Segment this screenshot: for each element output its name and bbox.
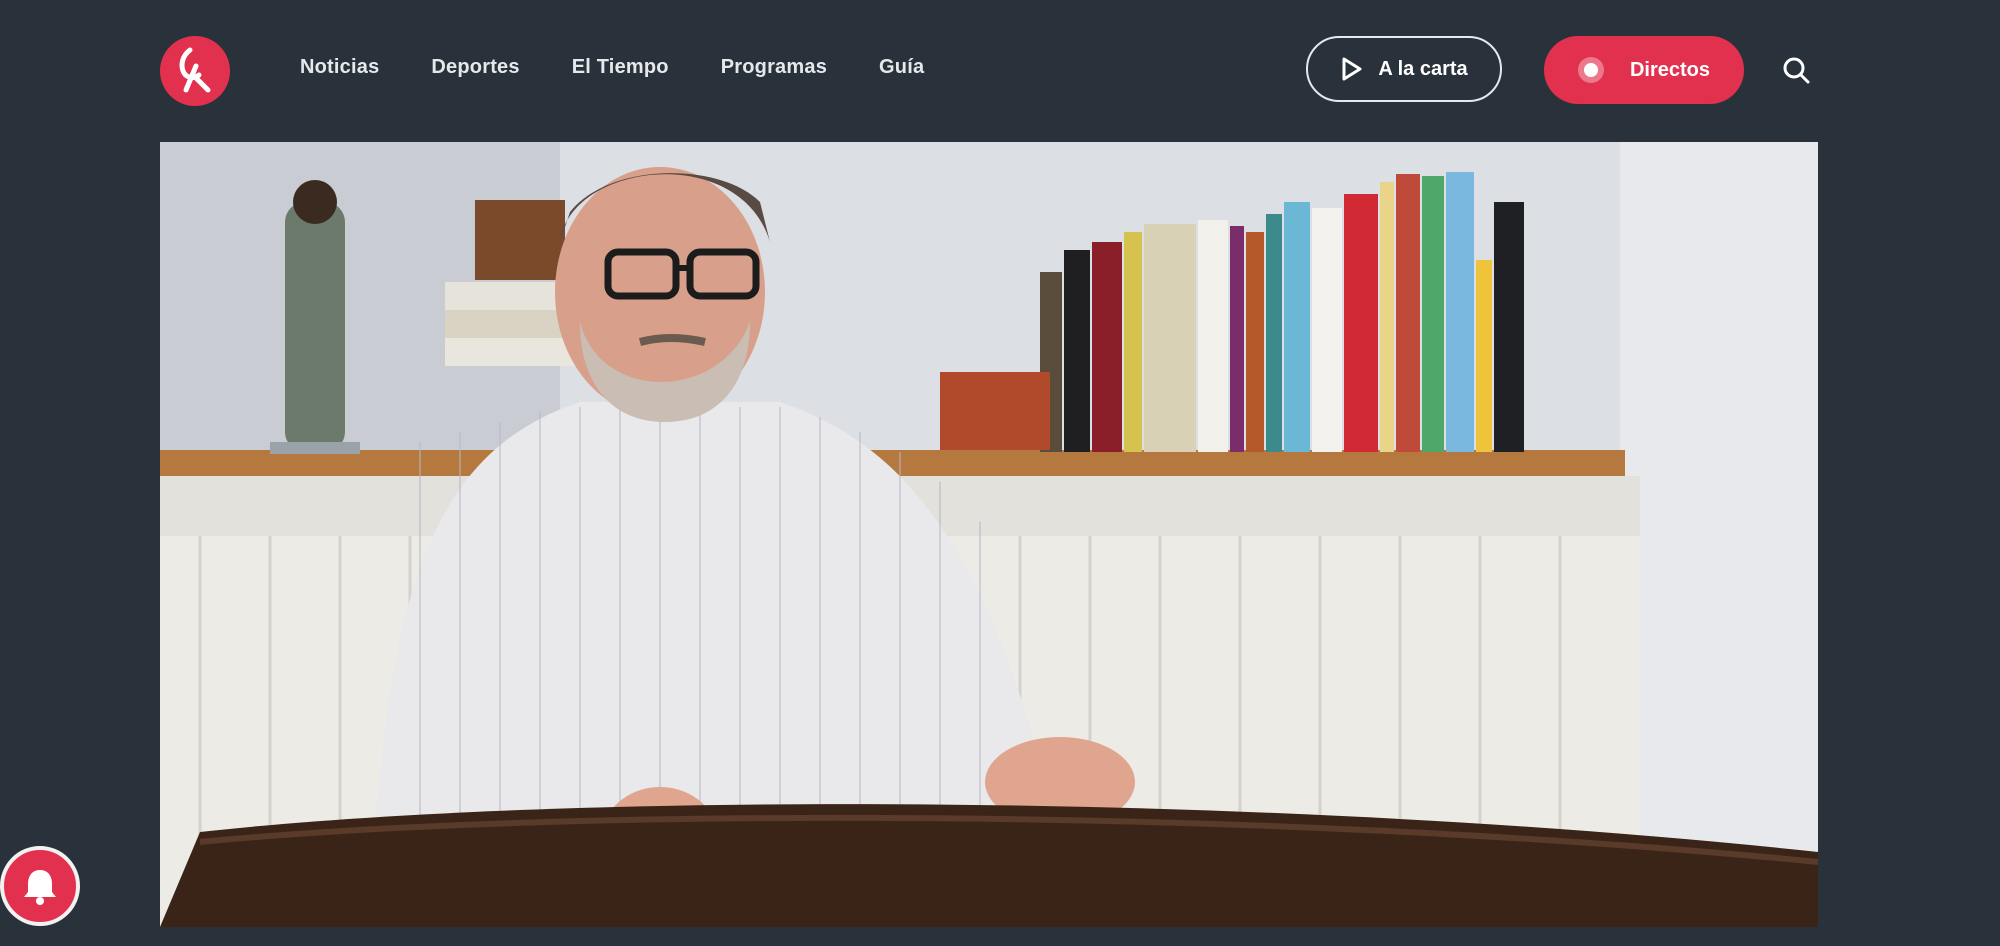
nav-item-programas[interactable]: Programas: [721, 56, 827, 79]
bell-icon: [24, 870, 56, 905]
rtvc-logo-icon: [179, 47, 211, 93]
page: Noticias Deportes El Tiempo Programas Gu…: [0, 0, 2000, 946]
a-la-carta-label: A la carta: [1378, 57, 1468, 80]
nav-item-noticias[interactable]: Noticias: [300, 56, 379, 79]
live-dot-icon: [1577, 57, 1604, 83]
main-nav: Noticias Deportes El Tiempo Programas Gu…: [300, 56, 976, 79]
directos-button[interactable]: Directos: [1544, 36, 1744, 104]
site-logo[interactable]: [160, 36, 230, 106]
search-button[interactable]: [1780, 54, 1814, 88]
notification-bell-button[interactable]: [0, 846, 80, 926]
nav-item-guia[interactable]: Guía: [879, 56, 924, 79]
video-player[interactable]: [160, 142, 1818, 927]
a-la-carta-button[interactable]: A la carta: [1306, 36, 1502, 102]
play-icon: [1342, 57, 1362, 81]
nav-item-deportes[interactable]: Deportes: [431, 56, 519, 79]
search-icon: [1783, 57, 1810, 84]
site-header: Noticias Deportes El Tiempo Programas Gu…: [0, 0, 2000, 140]
directos-label: Directos: [1629, 58, 1711, 81]
nav-item-el-tiempo[interactable]: El Tiempo: [572, 56, 669, 79]
video-frame: [160, 142, 1818, 927]
